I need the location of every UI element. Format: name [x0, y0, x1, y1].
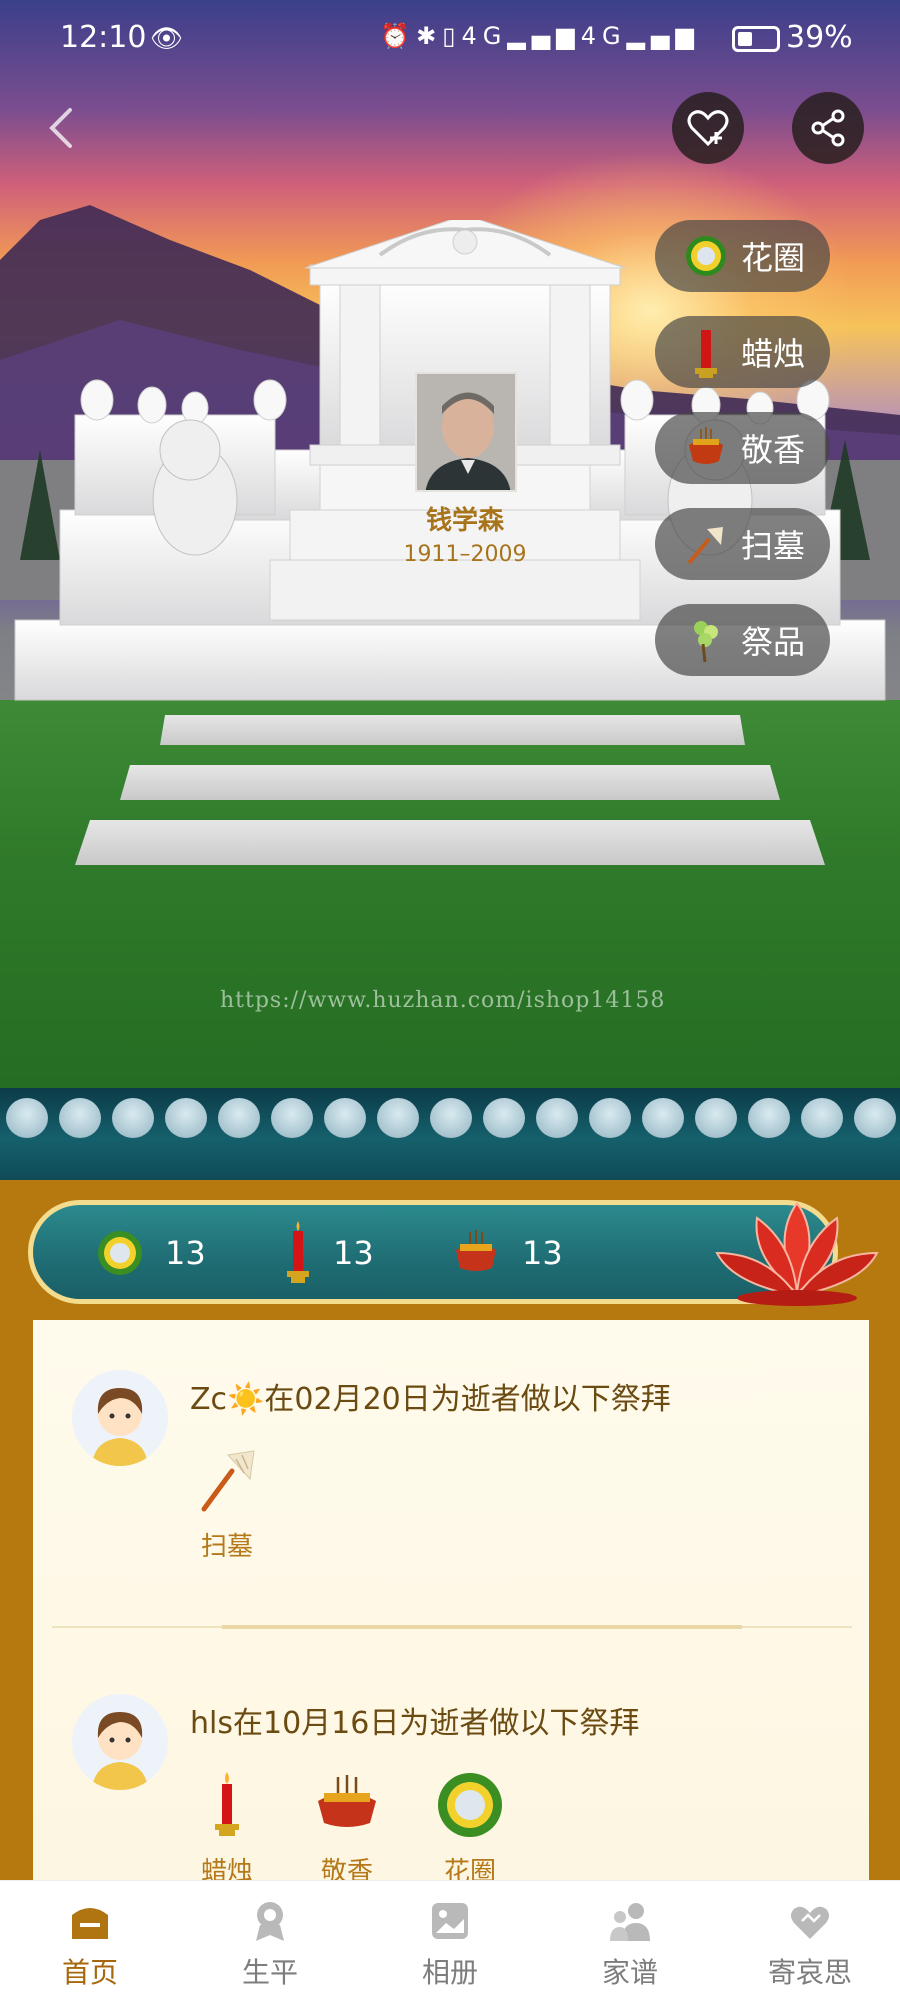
nav-item-tribute[interactable]: 寄哀思 — [720, 1881, 900, 2000]
nav-item-biography[interactable]: 生平 — [180, 1881, 360, 2000]
offering-item: 蜡烛 — [182, 1765, 272, 1888]
roof-tile — [271, 1098, 313, 1138]
wreath-icon — [438, 1773, 502, 1837]
broom-icon — [201, 1450, 255, 1512]
offering-action-button[interactable]: 祭品 — [655, 604, 830, 676]
battery-percent: 39% — [786, 20, 853, 55]
nav-label: 相册 — [421, 1956, 478, 1989]
person-portrait-icon — [417, 374, 515, 490]
wreath-counter: 13 — [95, 1225, 206, 1281]
roof-tile — [589, 1098, 631, 1138]
offering-item: 扫墓 — [182, 1440, 272, 1563]
home-icon — [72, 1908, 108, 1939]
incense-icon — [456, 1230, 496, 1271]
roof-tile — [165, 1098, 207, 1138]
incense-action-button[interactable]: 敬香 — [655, 412, 830, 484]
roof-tile — [6, 1098, 48, 1138]
user-avatar-icon — [72, 1694, 168, 1790]
album-icon — [432, 1903, 468, 1939]
nav-item-album[interactable]: 相册 — [360, 1881, 540, 2000]
network-label: 4G — [461, 22, 508, 50]
incense-icon — [689, 427, 723, 464]
eye-icon: 👁 — [150, 24, 184, 54]
incense-icon — [318, 1775, 376, 1827]
share-button[interactable] — [792, 92, 864, 164]
offering-icon — [694, 621, 718, 663]
status-time: 12:10 — [60, 20, 147, 55]
roof-tile — [748, 1098, 790, 1138]
action-label: 花圈 — [741, 239, 806, 277]
status-signal-icons: ⏰✱▯4G▂▄▆4G▂▄▆ — [380, 22, 700, 50]
nav-label: 生平 — [241, 1956, 298, 1989]
wreath-action-button[interactable]: 花圈 — [655, 220, 830, 292]
roof-tile — [377, 1098, 419, 1138]
eaves-divider — [0, 1088, 900, 1180]
feed-divider — [52, 1625, 852, 1629]
chevron-left-icon — [49, 108, 72, 148]
offering-item: 敬香 — [302, 1765, 392, 1888]
candle-icon — [287, 1221, 309, 1283]
action-label: 祭品 — [741, 623, 806, 661]
incense-counter: 13 — [450, 1225, 563, 1281]
roof-tile — [801, 1098, 843, 1138]
deceased-dates: 1911–2009 — [403, 542, 527, 567]
action-label: 敬香 — [741, 431, 806, 469]
roof-tile — [854, 1098, 896, 1138]
heart-plus-icon — [687, 110, 729, 147]
bottom-nav: 首页 生平 相册 家谱 寄哀思 — [0, 1880, 900, 2000]
broom-icon — [687, 527, 723, 565]
wreath-icon — [98, 1231, 142, 1275]
offering-label: 扫墓 — [200, 1532, 253, 1562]
battery-level — [738, 32, 752, 46]
candle-icon — [695, 330, 717, 378]
roof-tile — [536, 1098, 578, 1138]
roof-tile — [430, 1098, 472, 1138]
feed-entry-text: hls在10月16日为逝者做以下祭拜 — [190, 1706, 640, 1741]
nav-item-family-tree[interactable]: 家谱 — [540, 1881, 720, 2000]
roof-tile — [112, 1098, 154, 1138]
roof-tile — [483, 1098, 525, 1138]
family-icon — [610, 1903, 650, 1941]
lotus-decoration-icon — [715, 1201, 879, 1306]
feed-entry-text: Zc☀️在02月20日为逝者做以下祭拜 — [190, 1382, 671, 1417]
roof-tile — [59, 1098, 101, 1138]
roof-tile — [642, 1098, 684, 1138]
action-label: 蜡烛 — [741, 335, 806, 373]
candle-icon — [215, 1772, 239, 1836]
heart-message-icon — [791, 1906, 829, 1939]
roof-tile — [324, 1098, 366, 1138]
avatar[interactable] — [72, 1694, 168, 1790]
candle-action-button[interactable]: 蜡烛 — [655, 316, 830, 388]
nav-label: 寄哀思 — [767, 1956, 852, 1989]
battery-icon — [732, 26, 780, 52]
wreath-icon — [686, 236, 726, 276]
nav-label: 家谱 — [601, 1956, 658, 1989]
back-button[interactable] — [38, 100, 82, 156]
nav-item-home[interactable]: 首页 — [0, 1881, 180, 2000]
network-label-2: 4G — [580, 22, 627, 50]
offering-item: 花圈 — [425, 1765, 515, 1888]
incense-count: 13 — [522, 1234, 563, 1272]
deceased-name: 钱学森 — [425, 506, 504, 536]
user-avatar-icon — [72, 1370, 168, 1466]
status-bar: 12:10 👁 ⏰✱▯4G▂▄▆4G▂▄▆ 39% — [0, 0, 900, 80]
roof-tile — [695, 1098, 737, 1138]
avatar[interactable] — [72, 1370, 168, 1466]
share-icon — [811, 109, 845, 147]
candle-counter: 13 — [283, 1221, 374, 1283]
watermark-text: https://www.huzhan.com/ishop14158 — [220, 988, 666, 1013]
favorite-button[interactable] — [672, 92, 744, 164]
badge-icon — [256, 1902, 284, 1941]
nav-label: 首页 — [61, 1956, 118, 1989]
portrait-photo — [415, 372, 517, 492]
sweep-action-button[interactable]: 扫墓 — [655, 508, 830, 580]
candle-count: 13 — [333, 1234, 374, 1272]
roof-tile — [218, 1098, 260, 1138]
wreath-count: 13 — [165, 1234, 206, 1272]
action-label: 扫墓 — [741, 527, 806, 565]
